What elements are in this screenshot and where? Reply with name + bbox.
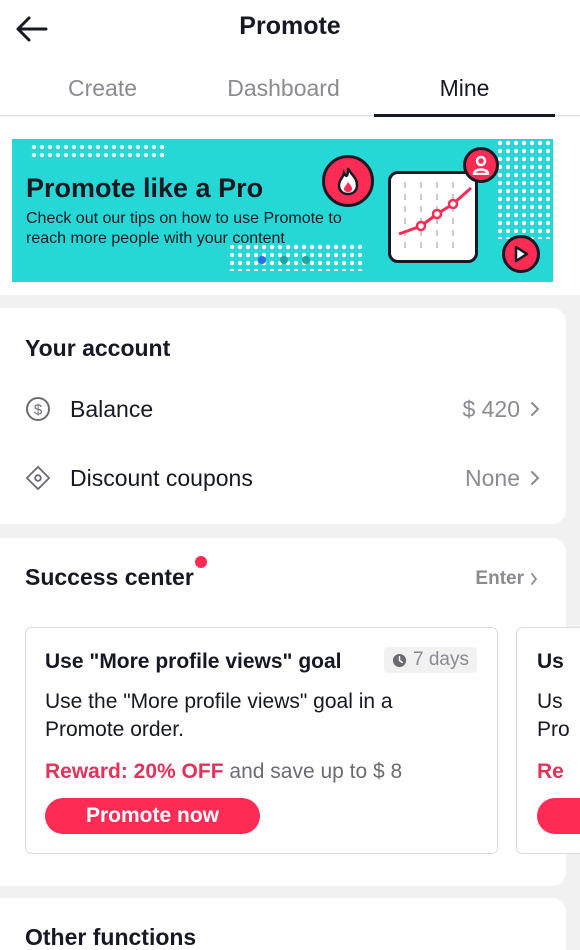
- other-functions-title: Other functions: [25, 924, 197, 950]
- chevron-right-icon: [531, 573, 538, 585]
- app-header: Promote Create Dashboard Mine: [0, 0, 580, 117]
- account-card: Your account $ Balance $ 420 Discount co…: [0, 308, 566, 524]
- coupon-icon: [25, 465, 51, 491]
- enter-link[interactable]: Enter: [475, 568, 538, 590]
- task-description: Use the "More profile views" goal in a P…: [45, 690, 393, 741]
- banner-dot-pattern: [496, 139, 553, 239]
- svg-text:$: $: [34, 402, 43, 419]
- banner-title: Promote like a Pro: [26, 173, 264, 203]
- duration-badge: 7 days: [384, 647, 477, 673]
- pager-dot[interactable]: [258, 256, 266, 264]
- task-reward: Re: [537, 760, 564, 784]
- chevron-right-icon: [531, 471, 540, 485]
- banner-pager: [258, 256, 310, 264]
- task-card[interactable]: Us Us Pro Re: [516, 627, 580, 854]
- discount-coupons-row[interactable]: Discount coupons None: [0, 453, 566, 503]
- task-title: Us: [537, 650, 564, 673]
- tab-mine[interactable]: Mine: [374, 66, 555, 117]
- chevron-right-icon: [531, 402, 540, 416]
- task-card[interactable]: Use "More profile views" goal 7 days Use…: [25, 627, 498, 854]
- duration-text: 7 days: [413, 649, 469, 670]
- other-functions-card: Other functions: [0, 898, 566, 950]
- banner-dot-pattern: [30, 143, 166, 159]
- task-title: Use "More profile views" goal: [45, 650, 342, 673]
- promote-now-button[interactable]: [537, 798, 580, 834]
- chart-illustration: [388, 171, 478, 263]
- pager-dot[interactable]: [280, 256, 288, 264]
- discount-coupons-value: None: [465, 464, 520, 491]
- user-icon: [463, 147, 499, 183]
- balance-value: $ 420: [462, 395, 520, 422]
- success-center-title: Success center: [25, 564, 194, 590]
- page-title: Promote: [239, 12, 341, 40]
- balance-row[interactable]: $ Balance $ 420: [0, 384, 566, 434]
- tab-bar: Create Dashboard Mine: [0, 66, 580, 117]
- tab-dashboard[interactable]: Dashboard: [193, 66, 374, 116]
- promote-now-button[interactable]: Promote now: [45, 798, 260, 834]
- dollar-icon: $: [25, 396, 51, 422]
- promo-banner[interactable]: Promote like a Pro Check out our tips on…: [12, 139, 553, 282]
- tab-create[interactable]: Create: [12, 66, 193, 116]
- notification-dot: [195, 556, 207, 568]
- play-icon: [502, 235, 540, 273]
- clock-icon: [392, 653, 407, 667]
- task-description: Us Pro: [537, 690, 570, 741]
- banner-subtitle: Check out our tips on how to use Promote…: [26, 210, 342, 247]
- fire-icon: [322, 155, 374, 207]
- task-reward: Reward: 20% OFF and save up to $ 8: [45, 760, 402, 784]
- balance-label: Balance: [70, 395, 154, 422]
- discount-coupons-label: Discount coupons: [70, 464, 253, 491]
- reward-highlight: Reward: 20% OFF: [45, 760, 224, 783]
- enter-label: Enter: [475, 568, 524, 589]
- reward-highlight: Re: [537, 760, 564, 783]
- success-center-card: Success center Enter Use "More profile v…: [0, 538, 580, 886]
- account-section-title: Your account: [25, 335, 171, 361]
- pager-dot[interactable]: [302, 256, 310, 264]
- banner-section: Promote like a Pro Check out our tips on…: [0, 117, 580, 295]
- reward-detail: and save up to $ 8: [229, 760, 403, 783]
